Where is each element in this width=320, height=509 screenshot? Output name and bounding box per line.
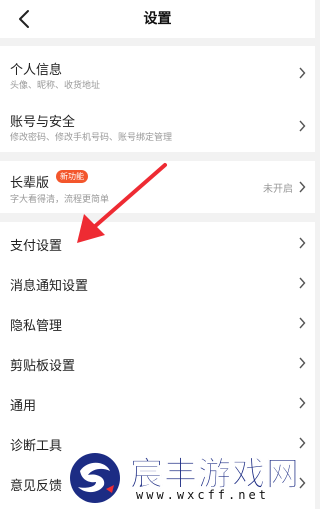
diagnostic-tools-label: 诊断工具 [10,439,63,454]
nav-bar: 设置 [0,0,315,38]
clipboard-settings-label: 剪贴板设置 [10,359,76,374]
chevron-right-icon [299,317,306,329]
chevron-right-icon [299,397,306,409]
chevron-right-icon [299,120,306,132]
clipboard-settings-row[interactable]: 剪贴板设置 [0,342,315,382]
elder-mode-status: 未开启 [263,184,293,195]
elder-mode-sub: 字大看得清，流程更简单 [10,195,110,205]
account-group: 个人信息 头像、昵称、收货地址 账号与安全 修改密码、修改手机号码、账号绑定管理 [0,46,315,152]
chevron-right-icon [299,181,306,193]
security-sub: 修改密码、修改手机号码、账号绑定管理 [10,133,173,143]
chevron-right-icon [299,67,306,79]
watermark: 宸丰游戏网 www.wxcff.net [64,445,315,509]
security-row[interactable]: 账号与安全 修改密码、修改手机号码、账号绑定管理 [0,99,315,152]
privacy-management-row[interactable]: 隐私管理 [0,302,315,342]
profile-sub: 头像、昵称、收货地址 [10,81,101,91]
chevron-right-icon [299,277,306,289]
elder-group: 长辈版 新功能 字大看得清，流程更简单 未开启 [0,161,315,213]
feedback-label: 意见反馈 [10,479,63,494]
privacy-management-label: 隐私管理 [10,319,63,334]
watermark-url: www.wxcff.net [136,488,269,502]
payment-settings-label: 支付设置 [10,239,63,254]
page-title: 设置 [143,11,172,27]
elder-mode-row[interactable]: 长辈版 新功能 字大看得清，流程更简单 未开启 [0,161,315,213]
general-row[interactable]: 通用 [0,382,315,422]
chevron-right-icon [299,357,306,369]
notification-settings-label: 消息通知设置 [10,279,89,294]
dragon-logo-icon [68,451,122,505]
general-label: 通用 [10,399,37,414]
payment-settings-row[interactable]: 支付设置 [0,222,315,262]
profile-label: 个人信息 [10,63,63,78]
security-label: 账号与安全 [10,115,76,130]
new-feature-badge: 新功能 [56,170,88,183]
notification-settings-row[interactable]: 消息通知设置 [0,262,315,302]
profile-row[interactable]: 个人信息 头像、昵称、收货地址 [0,46,315,99]
elder-mode-label: 长辈版 [10,176,50,191]
chevron-right-icon [299,237,306,249]
